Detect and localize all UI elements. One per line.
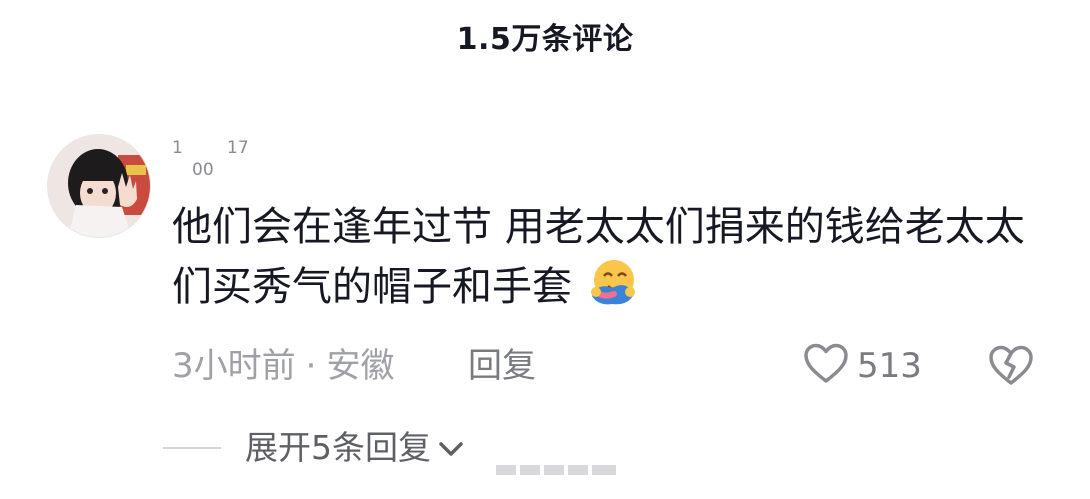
meta-separator: · [305, 346, 317, 386]
reply-button[interactable]: 回复 [468, 340, 536, 392]
comments-count-title: 1.5万条评论 [456, 22, 634, 57]
expand-divider [163, 447, 221, 449]
broken-heart-icon[interactable] [988, 345, 1034, 391]
chevron-down-icon [437, 439, 465, 465]
comment-time: 3小时前 [172, 346, 296, 386]
watermark-image [492, 457, 622, 483]
heart-icon [803, 343, 849, 389]
hugging-face-icon [586, 258, 638, 323]
expand-replies-button[interactable]: 展开5条回复 [163, 422, 465, 474]
comment-location: 安徽 [326, 346, 395, 386]
like-button[interactable]: 513 [803, 340, 922, 392]
username-part: 00 [192, 160, 214, 180]
avatar[interactable] [47, 134, 151, 238]
username[interactable]: 1 00 17 [172, 138, 292, 182]
comment-meta: 3小时前 · 安徽 [172, 340, 394, 392]
username-part: 1 [172, 138, 183, 158]
like-count: 513 [857, 346, 922, 386]
avatar-photo [48, 135, 150, 237]
expand-replies-label: 展开5条回复 [245, 428, 431, 467]
comment-body: 他们会在逢年过节 用老太太们捐来的钱给老太太们买秀气的帽子和手套 [172, 197, 1052, 323]
username-part: 17 [227, 138, 249, 158]
